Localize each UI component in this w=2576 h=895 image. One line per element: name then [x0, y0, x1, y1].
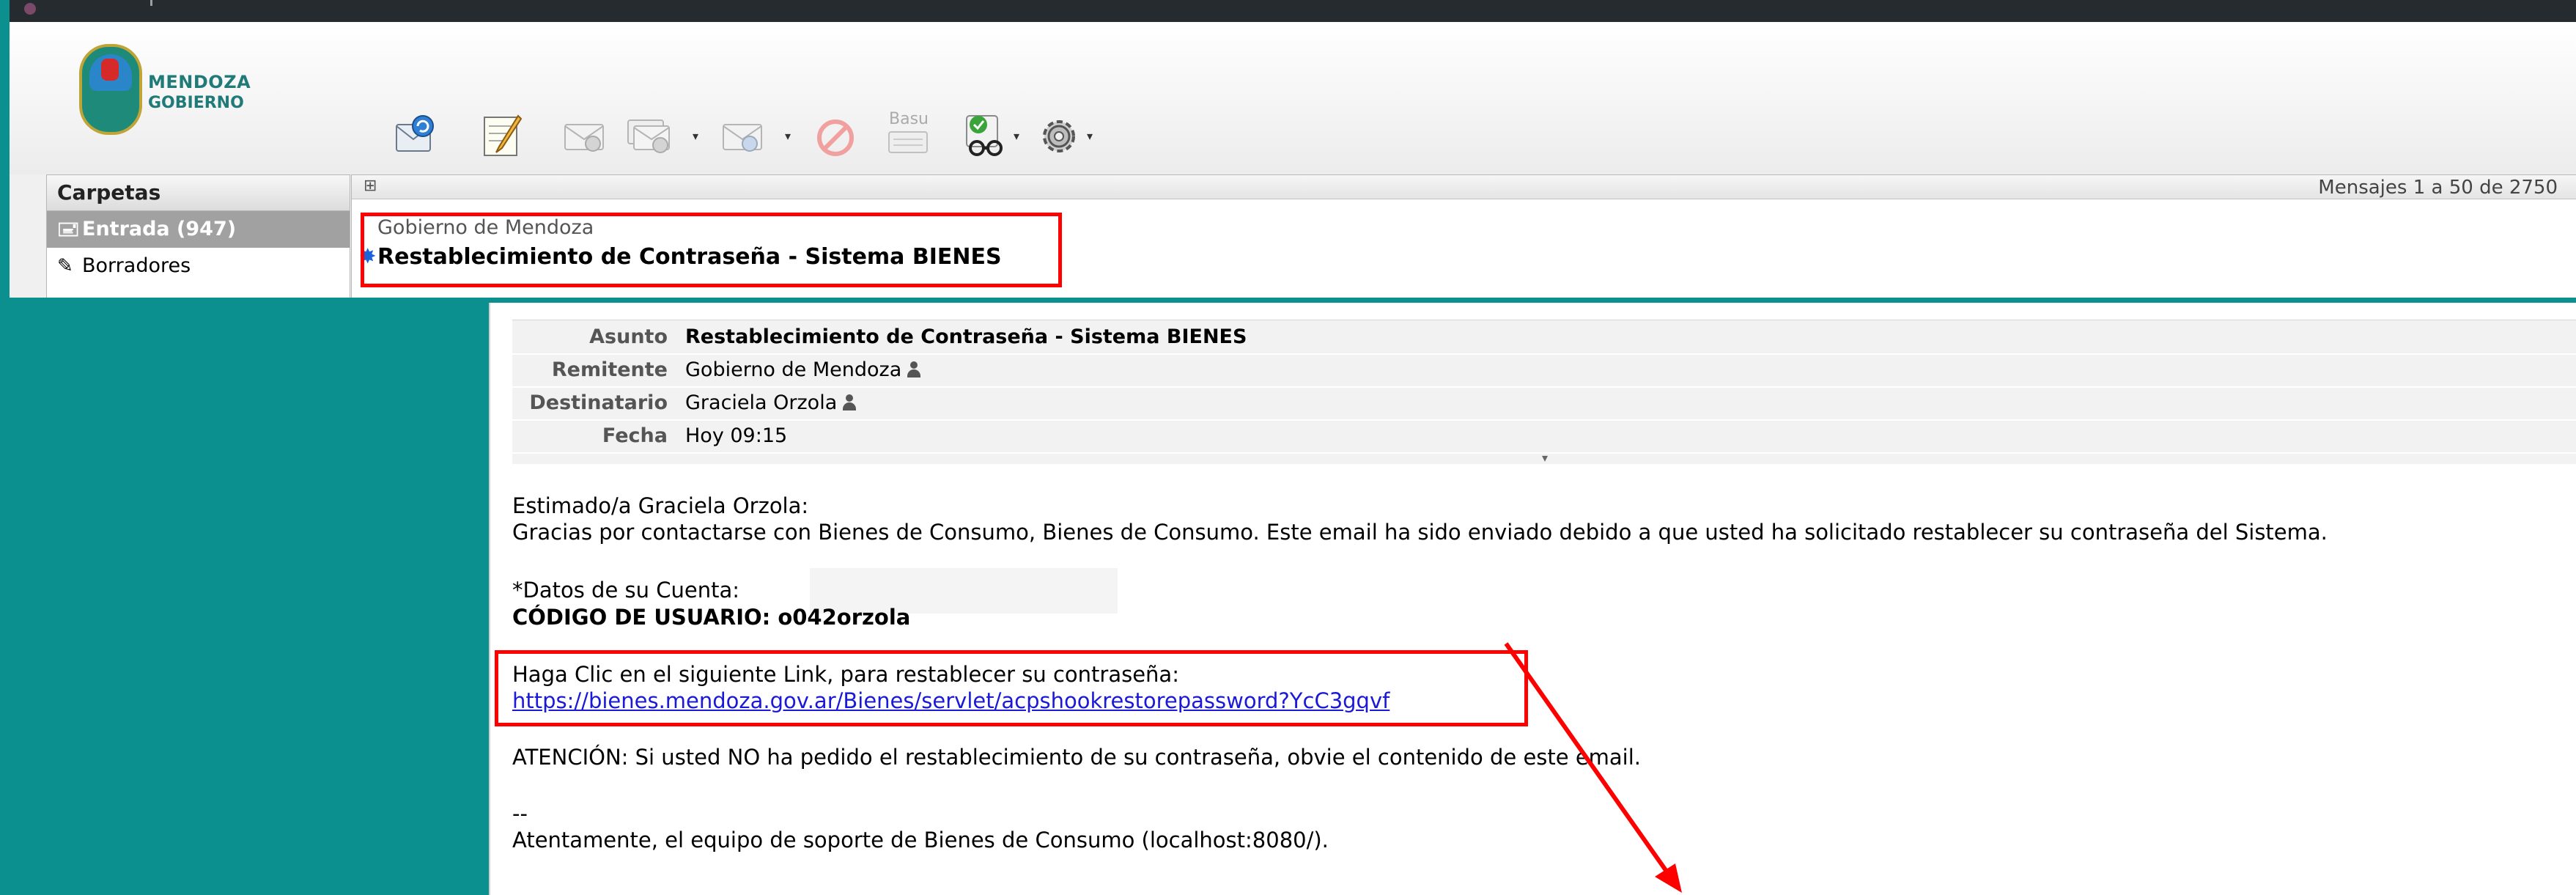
spam-button[interactable]: Basu — [883, 110, 934, 161]
settings-icon — [1043, 120, 1075, 152]
sidebar-item-inbox[interactable]: 🖃 Entrada (947) — [47, 211, 350, 248]
body-warning: ATENCIÓN: Si usted NO ha pedido el resta… — [512, 745, 1642, 770]
header: MENDOZA GOBIERNO ▾ ▾ Basu ▾ ▾ — [10, 22, 2576, 174]
message-count: Mensajes 1 a 50 de 2750 — [2318, 177, 2558, 199]
app-icon — [24, 3, 36, 15]
header-label: Asunto — [589, 325, 668, 348]
reply-all-icon — [627, 119, 670, 153]
reply-all-dropdown-icon[interactable]: ▾ — [693, 129, 703, 143]
settings-dropdown-icon[interactable]: ▾ — [1087, 129, 1097, 143]
header-row-date: Fecha Hoy 09:15 — [512, 419, 2576, 454]
body-user-code: CÓDIGO DE USUARIO: o042orzola — [512, 605, 911, 630]
reply-icon — [564, 124, 604, 152]
brand-line2: GOBIERNO — [148, 94, 244, 112]
mark-button[interactable] — [961, 110, 1012, 161]
header-label: Remitente — [551, 358, 668, 381]
sidebar-item-label: Borradores — [82, 254, 191, 277]
delete-button[interactable] — [810, 110, 861, 161]
mendoza-logo: MENDOZA GOBIERNO — [79, 44, 270, 135]
header-label: Fecha — [602, 424, 668, 447]
header-value: Restablecimiento de Contraseña - Sistema… — [685, 325, 1247, 348]
header-row-recipient: Destinatario Graciela Orzola — [512, 386, 2576, 421]
brand-line1: MENDOZA — [148, 72, 251, 92]
header-label: Destinatario — [529, 391, 668, 414]
body-paragraph: Gracias por contactarse con Bienes de Co… — [512, 520, 2328, 545]
title-bar — [10, 0, 2576, 22]
reply-button[interactable] — [559, 110, 610, 161]
forward-button[interactable] — [717, 110, 769, 161]
column-options-icon[interactable]: ⊞ — [363, 177, 377, 195]
body-account-label: *Datos de su Cuenta: — [512, 578, 739, 603]
message-headers: Asunto Restablecimiento de Contraseña - … — [512, 320, 2576, 464]
body-greeting: Estimado/a Graciela Orzola: — [512, 493, 809, 518]
pencil-icon: ✎ — [57, 255, 73, 277]
refresh-mail-button[interactable] — [391, 110, 442, 161]
reply-all-button[interactable] — [625, 110, 676, 161]
folders-title: Carpetas — [47, 175, 350, 211]
header-row-sender: Remitente Gobierno de Mendoza — [512, 353, 2576, 388]
inbox-icon: 🖃 — [57, 218, 80, 240]
refresh-mail-icon — [396, 115, 434, 152]
header-value-wrap: Gobierno de Mendoza — [685, 353, 922, 386]
body-signature: Atentamente, el equipo de soporte de Bie… — [512, 828, 1329, 852]
delete-icon — [817, 119, 854, 156]
body-separator: -- — [512, 801, 528, 826]
forward-dropdown-icon[interactable]: ▾ — [785, 129, 795, 143]
message-list-header: ⊞ Mensajes 1 a 50 de 2750 — [352, 175, 2576, 199]
sidebar-item-drafts[interactable]: ✎ Borradores — [47, 248, 350, 284]
header-value: Hoy 09:15 — [685, 424, 788, 447]
folders-panel: Carpetas 🖃 Entrada (947) ✎ Borradores — [46, 174, 350, 298]
mark-icon — [966, 115, 1003, 156]
forward-icon — [723, 124, 762, 152]
header-value[interactable]: Gobierno de Mendoza — [685, 358, 901, 381]
title-separator — [150, 0, 152, 6]
person-icon[interactable] — [906, 361, 922, 377]
header-value[interactable]: Graciela Orzola — [685, 391, 837, 414]
person-icon[interactable] — [841, 394, 857, 410]
spam-label: Basu — [889, 110, 929, 128]
message-view: Asunto Restablecimiento de Contraseña - … — [489, 303, 2576, 895]
highlight-box-link — [495, 650, 1528, 726]
compose-icon — [484, 114, 523, 156]
header-value-wrap: Graciela Orzola — [685, 386, 857, 419]
coat-of-arms-icon — [79, 44, 142, 135]
mark-dropdown-icon[interactable]: ▾ — [1014, 129, 1024, 143]
expand-headers-icon[interactable]: ▾ — [512, 452, 2576, 464]
header-row-subject: Asunto Restablecimiento de Contraseña - … — [512, 320, 2576, 355]
highlight-box-message-row — [361, 213, 1062, 287]
compose-button[interactable] — [477, 110, 528, 161]
sidebar-item-label: Entrada (947) — [82, 218, 237, 240]
settings-button[interactable] — [1036, 110, 1087, 161]
